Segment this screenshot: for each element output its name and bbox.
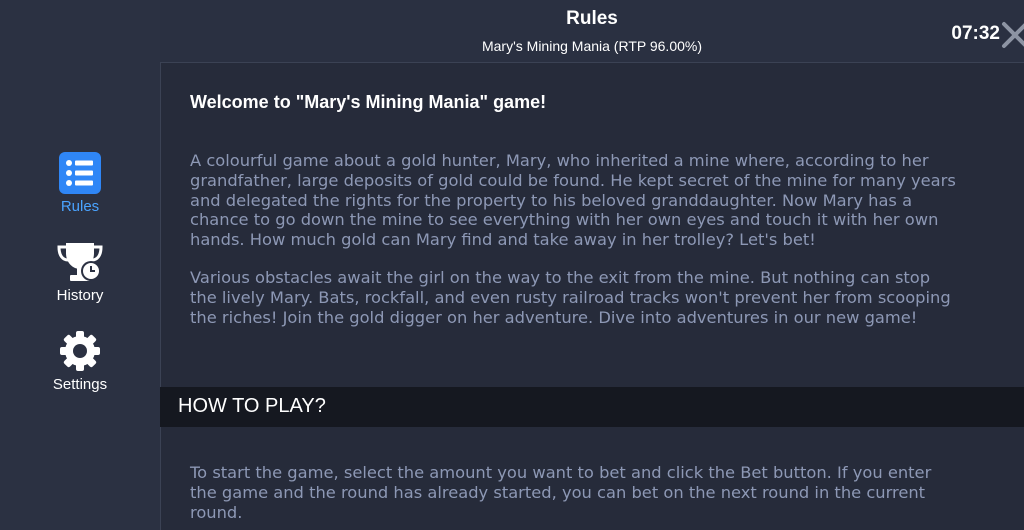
sidebar-item-label: Settings [52,376,108,393]
obstacles-line: Various obstacles await the girl on the … [190,268,931,287]
header: Rules Mary's Mining Mania (RTP 96.00%) 0… [160,0,1024,63]
obstacles-paragraph: Various obstacles await the girl on the … [190,268,1024,327]
obstacles-line: the riches! Join the gold digger on her … [190,307,918,327]
gear-icon [60,331,100,371]
game-subtitle: Mary's Mining Mania (RTP 96.00%) [481,38,702,54]
sidebar: Rules History Settings [0,0,161,530]
page-title: Rules [566,8,618,29]
intro-line: A colourful game about a gold hunter, Ma… [190,151,929,170]
welcome-heading: Welcome to "Mary's Mining Mania" game! [190,92,547,112]
section-title: HOW TO PLAY? [178,395,326,417]
close-icon[interactable] [1000,20,1024,50]
intro-line: hands. How much gold can Mary find and t… [190,230,816,250]
list-icon [59,152,101,194]
sidebar-item-history[interactable]: History [0,241,160,304]
how-to-play-paragraph: To start the game, select the amount you… [190,463,1024,522]
sidebar-item-rules[interactable]: Rules [0,152,160,215]
how-to-play-section-header: HOW TO PLAY? [160,387,1024,427]
intro-line: chance to go down the mine to see everyt… [190,210,939,230]
intro-line: and delegated the rights for the propert… [190,190,913,210]
trophy-clock-icon [57,243,103,281]
how-to-play-line: the game and the round has already start… [190,482,926,502]
clock: 07:32 [951,23,1000,44]
rules-content[interactable]: Welcome to "Mary's Mining Mania" game! A… [160,63,1024,530]
sidebar-item-label: Rules [60,198,100,215]
intro-line: grandfather, large deposits of gold coul… [190,170,956,190]
sidebar-item-label: History [56,287,104,304]
obstacles-line: the lively Mary. Bats, rockfall, and eve… [190,287,951,307]
sidebar-item-settings[interactable]: Settings [0,330,160,393]
intro-paragraph: A colourful game about a gold hunter, Ma… [190,151,1024,250]
how-to-play-line: To start the game, select the amount you… [190,463,932,482]
how-to-play-line: round. [190,502,243,522]
